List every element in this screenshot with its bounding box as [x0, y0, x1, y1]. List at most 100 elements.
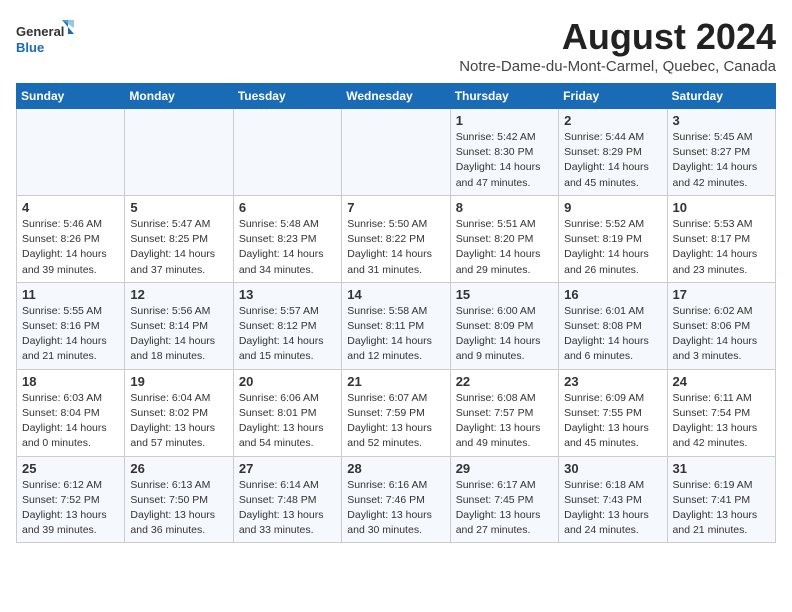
- page-header: General Blue August 2024 Notre-Dame-du-M…: [16, 16, 776, 75]
- day-number: 17: [673, 287, 770, 302]
- calendar-week-5: 25Sunrise: 6:12 AM Sunset: 7:52 PM Dayli…: [17, 456, 776, 543]
- day-number: 4: [22, 200, 119, 215]
- cell-info: Sunrise: 6:16 AM Sunset: 7:46 PM Dayligh…: [347, 478, 444, 539]
- cell-info: Sunrise: 5:58 AM Sunset: 8:11 PM Dayligh…: [347, 304, 444, 365]
- calendar-cell: 14 Sunrise: 5:58 AM Sunset: 8:11 PM Dayli…: [342, 282, 450, 369]
- day-number: 2: [564, 113, 661, 128]
- day-number: 13: [239, 287, 336, 302]
- cell-info: Sunrise: 6:13 AM Sunset: 7:50 PM Dayligh…: [130, 478, 227, 539]
- day-number: 16: [564, 287, 661, 302]
- day-number: 24: [673, 374, 770, 389]
- calendar-cell: [233, 109, 341, 196]
- col-header-saturday: Saturday: [667, 84, 775, 109]
- svg-text:General: General: [16, 24, 64, 39]
- calendar-cell: 11 Sunrise: 5:55 AM Sunset: 8:16 PM Dayli…: [17, 282, 125, 369]
- cell-info: Sunrise: 6:14 AM Sunset: 7:48 PM Dayligh…: [239, 478, 336, 539]
- cell-info: Sunrise: 6:04 AM Sunset: 8:02 PM Dayligh…: [130, 391, 227, 452]
- col-header-tuesday: Tuesday: [233, 84, 341, 109]
- svg-text:Blue: Blue: [16, 40, 44, 55]
- cell-info: Sunrise: 5:42 AM Sunset: 8:30 PM Dayligh…: [456, 130, 553, 191]
- calendar-cell: [125, 109, 233, 196]
- calendar-cell: 12 Sunrise: 5:56 AM Sunset: 8:14 PM Dayli…: [125, 282, 233, 369]
- cell-info: Sunrise: 6:17 AM Sunset: 7:45 PM Dayligh…: [456, 478, 553, 539]
- cell-info: Sunrise: 5:44 AM Sunset: 8:29 PM Dayligh…: [564, 130, 661, 191]
- calendar-cell: 10Sunrise: 5:53 AM Sunset: 8:17 PM Dayli…: [667, 195, 775, 282]
- calendar-cell: [17, 109, 125, 196]
- calendar-cell: 24Sunrise: 6:11 AM Sunset: 7:54 PM Dayli…: [667, 369, 775, 456]
- calendar-cell: 22Sunrise: 6:08 AM Sunset: 7:57 PM Dayli…: [450, 369, 558, 456]
- day-number: 5: [130, 200, 227, 215]
- logo-svg: General Blue: [16, 16, 76, 64]
- day-number: 23: [564, 374, 661, 389]
- cell-info: Sunrise: 6:07 AM Sunset: 7:59 PM Dayligh…: [347, 391, 444, 452]
- day-number: 18: [22, 374, 119, 389]
- calendar-cell: 30 Sunrise: 6:18 AM Sunset: 7:43 PM Dayli…: [559, 456, 667, 543]
- cell-info: Sunrise: 6:01 AM Sunset: 8:08 PM Dayligh…: [564, 304, 661, 365]
- calendar-cell: 25Sunrise: 6:12 AM Sunset: 7:52 PM Dayli…: [17, 456, 125, 543]
- logo: General Blue: [16, 16, 76, 64]
- cell-info: Sunrise: 6:00 AM Sunset: 8:09 PM Dayligh…: [456, 304, 553, 365]
- calendar-header: SundayMondayTuesdayWednesdayThursdayFrid…: [17, 84, 776, 109]
- calendar-week-4: 18Sunrise: 6:03 AM Sunset: 8:04 PM Dayli…: [17, 369, 776, 456]
- cell-info: Sunrise: 5:56 AM Sunset: 8:14 PM Dayligh…: [130, 304, 227, 365]
- day-number: 15: [456, 287, 553, 302]
- day-number: 29: [456, 461, 553, 476]
- calendar-cell: 13 Sunrise: 5:57 AM Sunset: 8:12 PM Dayli…: [233, 282, 341, 369]
- calendar-cell: 3Sunrise: 5:45 AM Sunset: 8:27 PM Daylig…: [667, 109, 775, 196]
- cell-info: Sunrise: 6:02 AM Sunset: 8:06 PM Dayligh…: [673, 304, 770, 365]
- calendar-week-3: 11 Sunrise: 5:55 AM Sunset: 8:16 PM Dayli…: [17, 282, 776, 369]
- day-number: 12: [130, 287, 227, 302]
- calendar-cell: 7 Sunrise: 5:50 AM Sunset: 8:22 PM Daylig…: [342, 195, 450, 282]
- day-number: 31: [673, 461, 770, 476]
- day-number: 8: [456, 200, 553, 215]
- cell-info: Sunrise: 5:55 AM Sunset: 8:16 PM Dayligh…: [22, 304, 119, 365]
- cell-info: Sunrise: 5:57 AM Sunset: 8:12 PM Dayligh…: [239, 304, 336, 365]
- day-number: 26: [130, 461, 227, 476]
- calendar-table: SundayMondayTuesdayWednesdayThursdayFrid…: [16, 83, 776, 543]
- calendar-week-1: 1 Sunrise: 5:42 AM Sunset: 8:30 PM Daylig…: [17, 109, 776, 196]
- cell-info: Sunrise: 5:51 AM Sunset: 8:20 PM Dayligh…: [456, 217, 553, 278]
- day-number: 19: [130, 374, 227, 389]
- cell-info: Sunrise: 6:06 AM Sunset: 8:01 PM Dayligh…: [239, 391, 336, 452]
- cell-info: Sunrise: 5:47 AM Sunset: 8:25 PM Dayligh…: [130, 217, 227, 278]
- calendar-body: 1 Sunrise: 5:42 AM Sunset: 8:30 PM Daylig…: [17, 109, 776, 543]
- day-number: 7: [347, 200, 444, 215]
- page-subtitle: Notre-Dame-du-Mont-Carmel, Quebec, Canad…: [459, 58, 776, 75]
- cell-info: Sunrise: 5:50 AM Sunset: 8:22 PM Dayligh…: [347, 217, 444, 278]
- calendar-cell: 4 Sunrise: 5:46 AM Sunset: 8:26 PM Daylig…: [17, 195, 125, 282]
- calendar-cell: 21 Sunrise: 6:07 AM Sunset: 7:59 PM Dayli…: [342, 369, 450, 456]
- calendar-cell: 8 Sunrise: 5:51 AM Sunset: 8:20 PM Daylig…: [450, 195, 558, 282]
- calendar-cell: 2 Sunrise: 5:44 AM Sunset: 8:29 PM Daylig…: [559, 109, 667, 196]
- day-number: 22: [456, 374, 553, 389]
- calendar-cell: 5 Sunrise: 5:47 AM Sunset: 8:25 PM Daylig…: [125, 195, 233, 282]
- calendar-week-2: 4 Sunrise: 5:46 AM Sunset: 8:26 PM Daylig…: [17, 195, 776, 282]
- calendar-cell: 15 Sunrise: 6:00 AM Sunset: 8:09 PM Dayli…: [450, 282, 558, 369]
- day-number: 21: [347, 374, 444, 389]
- calendar-cell: 1 Sunrise: 5:42 AM Sunset: 8:30 PM Daylig…: [450, 109, 558, 196]
- calendar-cell: [342, 109, 450, 196]
- page-title: August 2024: [459, 16, 776, 58]
- calendar-cell: 16 Sunrise: 6:01 AM Sunset: 8:08 PM Dayli…: [559, 282, 667, 369]
- calendar-cell: 6 Sunrise: 5:48 AM Sunset: 8:23 PM Daylig…: [233, 195, 341, 282]
- day-number: 20: [239, 374, 336, 389]
- day-number: 9: [564, 200, 661, 215]
- cell-info: Sunrise: 5:45 AM Sunset: 8:27 PM Dayligh…: [673, 130, 770, 191]
- day-number: 10: [673, 200, 770, 215]
- col-header-monday: Monday: [125, 84, 233, 109]
- cell-info: Sunrise: 6:19 AM Sunset: 7:41 PM Dayligh…: [673, 478, 770, 539]
- day-number: 14: [347, 287, 444, 302]
- cell-info: Sunrise: 6:18 AM Sunset: 7:43 PM Dayligh…: [564, 478, 661, 539]
- cell-info: Sunrise: 6:09 AM Sunset: 7:55 PM Dayligh…: [564, 391, 661, 452]
- calendar-cell: 9Sunrise: 5:52 AM Sunset: 8:19 PM Daylig…: [559, 195, 667, 282]
- col-header-sunday: Sunday: [17, 84, 125, 109]
- calendar-cell: 17 Sunrise: 6:02 AM Sunset: 8:06 PM Dayli…: [667, 282, 775, 369]
- day-number: 11: [22, 287, 119, 302]
- day-number: 1: [456, 113, 553, 128]
- day-number: 30: [564, 461, 661, 476]
- calendar-cell: 29 Sunrise: 6:17 AM Sunset: 7:45 PM Dayli…: [450, 456, 558, 543]
- calendar-cell: 31 Sunrise: 6:19 AM Sunset: 7:41 PM Dayli…: [667, 456, 775, 543]
- cell-info: Sunrise: 5:48 AM Sunset: 8:23 PM Dayligh…: [239, 217, 336, 278]
- cell-info: Sunrise: 5:46 AM Sunset: 8:26 PM Dayligh…: [22, 217, 119, 278]
- day-number: 6: [239, 200, 336, 215]
- col-header-wednesday: Wednesday: [342, 84, 450, 109]
